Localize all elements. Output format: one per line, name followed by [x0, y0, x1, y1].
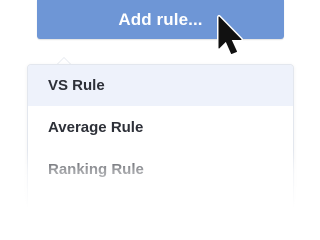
- add-rule-widget: Add rule... VS Rule Average Rule Ranking…: [0, 0, 312, 219]
- arrow-pointer-icon: [217, 15, 243, 56]
- menu-item-ranking-rule[interactable]: Ranking Rule: [28, 149, 293, 190]
- menu-item-vs-rule[interactable]: VS Rule: [28, 65, 293, 106]
- add-rule-button[interactable]: Add rule...: [37, 0, 284, 39]
- menu-item-average-rule[interactable]: Average Rule: [28, 107, 293, 148]
- rule-type-dropdown: VS Rule Average Rule Ranking Rule: [27, 64, 294, 219]
